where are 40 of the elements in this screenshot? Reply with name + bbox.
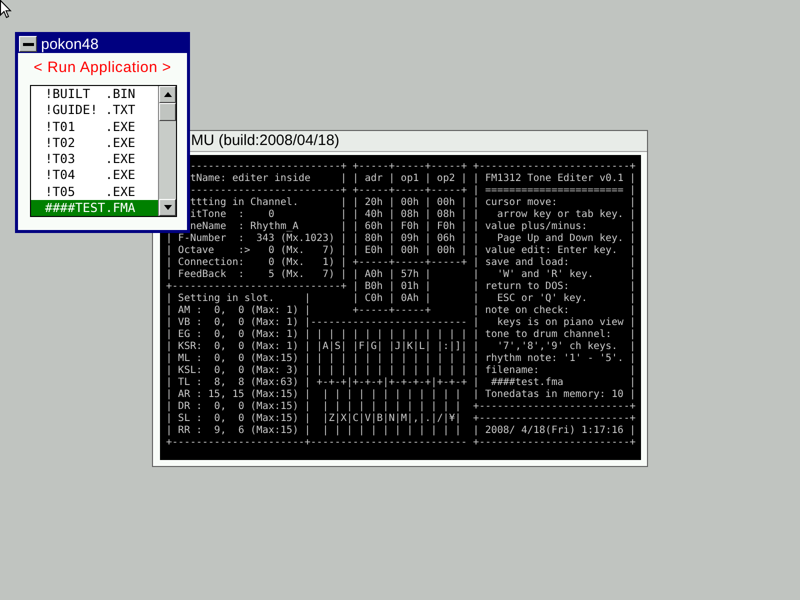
window-title: pokon48: [41, 36, 99, 52]
up-triangle-icon: [164, 92, 172, 97]
down-triangle-icon: [164, 205, 172, 210]
terminal-line: | FeedBack : 5 (Mx. 7) | | A0h | 57h | | 'W' and 'R' key. |: [166, 269, 636, 281]
scroll-down-button[interactable]: [159, 199, 176, 216]
terminal-line: | DR : 0, 0 (Max:15) | | | | | | | | | | | | | +-------------------------+: [166, 401, 636, 413]
terminal-line: | SL : 0, 0 (Max:15) | |Z|X|C|V|B|N|M|,|.|/|¥| +-------------------------+: [166, 413, 636, 425]
terminal-line: itTone : 0 | | 40h | 08h | 08h | | arrow key or tab key. |: [190, 209, 636, 221]
file-item[interactable]: !T05 .EXE: [31, 184, 158, 200]
terminal-line: | AR : 15, 15 (Max:15) | | | | | | | | | | | | | | Tonedatas in memory: 10 |: [166, 389, 636, 401]
terminal-line: | F-Number : 343 (Mx.1023) | | 80h | 09h | 06h | | Page Up and Down key. |: [166, 233, 636, 245]
file-item[interactable]: !GUIDE! .TXT: [31, 102, 158, 118]
terminal-line: neName : Rhythm_A | | 60h | F0h | F0h | | value plus/minus: |: [190, 221, 636, 233]
minimize-button[interactable]: [19, 36, 37, 52]
minimize-icon: [22, 42, 34, 46]
terminal-line: | AM : 0, 0 (Max: 1) | +-----+-----+ | note on check: |: [166, 305, 636, 317]
terminal-line: ttting in Channel. | | 20h | 00h | 00h | | cursor move: |: [190, 197, 636, 209]
terminal-line: -------------------------+ +-----+-----+-----+ +-------------------------+: [190, 161, 636, 173]
file-item[interactable]: !T04 .EXE: [31, 167, 158, 184]
terminal-line: +----------------------------+ | B0h | 01h | | return to DOS: |: [166, 281, 636, 293]
terminal-line: | ML : 0, 0 (Max:15) | | | | | | | | | | | | | | | rhythm note: '1' - '5'. |: [166, 353, 636, 365]
terminal-line: | Octave :> 0 (Mx. 7) | | E0h | 00h | 00h | | value edit: Enter key. |: [166, 245, 636, 257]
scroll-up-button[interactable]: [159, 86, 176, 103]
terminal-line: tName: editer inside | | adr | op1 | op2 | | FM1312 Tone Editer v0.1 |: [190, 173, 636, 185]
file-item[interactable]: !T03 .EXE: [31, 151, 158, 168]
terminal-line: +----------------------+-------------------------- +-------------------------+: [166, 437, 636, 449]
terminal-line: | Connection: 0 (Mx. 1) | +-----+-----+-----+ | save and load: |: [166, 257, 636, 269]
terminal-line: | KSL: 0, 0 (Max: 3) | | | | | | | | | | | | | | | filename: |: [166, 365, 636, 377]
terminal-line: | TL : 8, 8 (Max:63) | +-+-+|+-+-+|+-+-+-+|+-+-+ | ####test.fma |: [166, 377, 636, 389]
terminal-line: | EG : 0, 0 (Max: 1) | | | | | | | | | | | | | | | tone to drum channel: |: [166, 329, 636, 341]
launcher-heading: < Run Application >: [32, 59, 172, 76]
mouse-pointer-icon: [0, 0, 12, 19]
terminal-line: | RR : 9, 6 (Max:15) | | | | | | | | | | | | | | 2008/ 4/18(Fri) 1:17:16 |: [166, 425, 636, 437]
terminal-line: | Setting in slot. | | C0h | 0Ah | | ESC or 'Q' key. |: [166, 293, 636, 305]
file-item[interactable]: !BUILT .BIN: [31, 86, 158, 102]
terminal-line: | VB : 0, 0 (Max: 1) |-------------------------- | keys is on piano view |: [166, 317, 636, 329]
terminal-line: | KSR: 0, 0 (Max: 1) | |A|S| |F|G| |J|K|L| |:|]| | '7','8','9' ch keys. |: [166, 341, 636, 353]
file-item[interactable]: ####TEST.FMA: [31, 200, 158, 216]
scroll-thumb[interactable]: [159, 103, 176, 121]
terminal-line: -------------------------+ +-----+-----+-----+ | ======================= |: [190, 185, 636, 197]
